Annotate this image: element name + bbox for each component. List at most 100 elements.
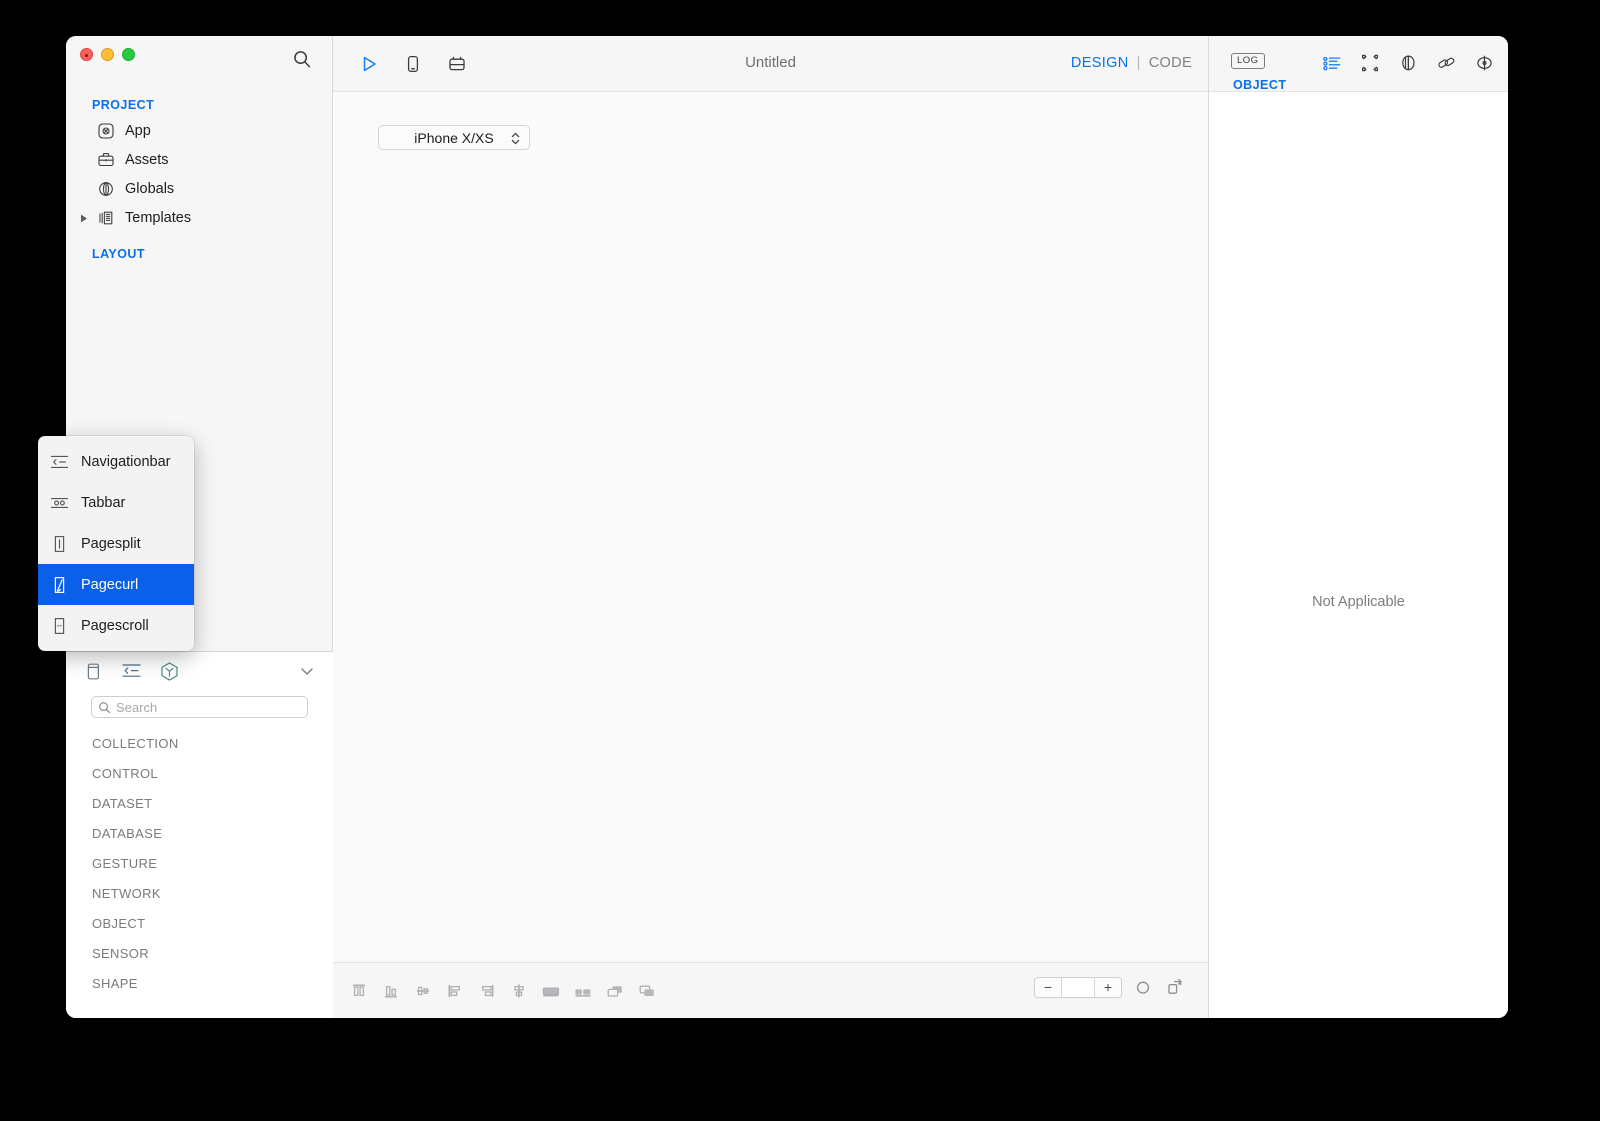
tab-code[interactable]: CODE <box>1149 55 1192 71</box>
tabbar-icon <box>46 490 72 516</box>
bottom-toolbar: − + <box>333 962 1208 1018</box>
menu-item-navigationbar[interactable]: Navigationbar <box>38 441 194 482</box>
send-backward-button[interactable] <box>635 976 659 1006</box>
zoom-in-button[interactable]: + <box>1095 977 1121 997</box>
zoom-button[interactable] <box>122 48 135 61</box>
templates-icon <box>94 205 118 231</box>
library-tab-bar <box>66 652 333 690</box>
copy-icon[interactable] <box>1164 976 1186 998</box>
alignment-buttons <box>347 976 659 1006</box>
device-select-value: iPhone X/XS <box>414 129 494 146</box>
bounding-box-icon[interactable] <box>1357 50 1383 76</box>
menu-item-label: Tabbar <box>81 494 126 511</box>
menu-item-label: Pagescroll <box>81 617 149 634</box>
sidebar-item-label: Templates <box>125 210 192 226</box>
library-category-object[interactable]: OBJECT <box>66 908 333 938</box>
briefcase-icon <box>94 147 118 173</box>
align-center-vertical-button[interactable] <box>411 976 435 1006</box>
inspector-empty-message: Not Applicable <box>1312 594 1405 610</box>
search-icon[interactable] <box>292 49 312 69</box>
library-panel: COLLECTION CONTROL DATASET DATABASE GEST… <box>66 651 333 1018</box>
disclosure-placeholder <box>76 118 92 144</box>
pagescroll-icon <box>46 613 72 639</box>
library-category-database[interactable]: DATABASE <box>66 818 333 848</box>
sidebar-item-globals[interactable]: Globals <box>76 176 323 202</box>
disclosure-placeholder <box>76 176 92 202</box>
library-category-control[interactable]: CONTROL <box>66 758 333 788</box>
minimize-button[interactable] <box>101 48 114 61</box>
chain-icon[interactable] <box>1433 50 1459 76</box>
navigationbar-icon <box>46 449 72 475</box>
inspector-header: LOG OBJECT <box>1209 36 1508 92</box>
sidebar-group-layout: LAYOUT <box>92 247 145 261</box>
disclosure-placeholder <box>76 147 92 173</box>
menu-item-label: Pagecurl <box>81 576 139 593</box>
search-icon <box>98 701 111 714</box>
mode-switch: DESIGN | CODE <box>1071 55 1192 71</box>
library-tab-page[interactable] <box>80 658 106 684</box>
zoom-out-button[interactable]: − <box>1035 977 1061 997</box>
library-category-shape[interactable]: SHAPE <box>66 968 333 998</box>
sidebar-item-label: App <box>125 123 151 139</box>
library-tab-object[interactable] <box>156 658 182 684</box>
context-menu: Navigationbar Tabbar Pagesplit Pagecurl … <box>38 436 194 651</box>
zoom-value[interactable] <box>1061 977 1095 997</box>
globe-icon <box>94 176 118 202</box>
sidebar-item-templates[interactable]: Templates <box>76 205 323 231</box>
inspector-section-label: OBJECT <box>1233 78 1287 92</box>
zoom-stepper[interactable]: − + <box>1034 976 1122 998</box>
attributes-icon[interactable] <box>1319 50 1345 76</box>
library-category-network[interactable]: NETWORK <box>66 878 333 908</box>
library-tab-component[interactable] <box>118 658 144 684</box>
menu-item-tabbar[interactable]: Tabbar <box>38 482 194 523</box>
toolbar-buttons <box>356 51 470 77</box>
library-category-gesture[interactable]: GESTURE <box>66 848 333 878</box>
close-button[interactable] <box>80 48 93 61</box>
distribute-vertical-button[interactable] <box>571 976 595 1006</box>
disclosure-triangle-icon[interactable] <box>76 205 92 231</box>
menu-item-pagescroll[interactable]: Pagescroll <box>38 605 194 646</box>
bring-forward-button[interactable] <box>603 976 627 1006</box>
run-button[interactable] <box>356 51 382 77</box>
mode-separator: | <box>1136 55 1141 71</box>
menu-item-pagesplit[interactable]: Pagesplit <box>38 523 194 564</box>
distribute-horizontal-button[interactable] <box>539 976 563 1006</box>
chevron-updown-icon <box>510 130 521 150</box>
main-toolbar: Untitled DESIGN | CODE <box>333 36 1208 92</box>
align-right-button[interactable] <box>475 976 499 1006</box>
aperture-icon[interactable] <box>1471 50 1497 76</box>
shape-icon[interactable] <box>1395 50 1421 76</box>
design-canvas[interactable]: iPhone X/XS <box>333 92 1208 962</box>
align-bottom-button[interactable] <box>379 976 403 1006</box>
device-select[interactable]: iPhone X/XS <box>378 125 530 150</box>
pagesplit-icon <box>46 531 72 557</box>
sidebar-item-app[interactable]: App <box>76 118 323 144</box>
log-button[interactable]: LOG <box>1231 53 1265 69</box>
library-category-list: COLLECTION CONTROL DATASET DATABASE GEST… <box>66 728 333 998</box>
inspector-panel: LOG OBJECT Not Applicable <box>1208 36 1508 1018</box>
menu-item-pagecurl[interactable]: Pagecurl <box>38 564 194 605</box>
search-input[interactable] <box>116 699 296 715</box>
app-window: PROJECT App Assets Globals Templates LAY… <box>38 36 1508 1018</box>
library-category-collection[interactable]: COLLECTION <box>66 728 333 758</box>
align-left-button[interactable] <box>443 976 467 1006</box>
library-search-field[interactable] <box>91 696 308 718</box>
sidebar-item-assets[interactable]: Assets <box>76 147 323 173</box>
menu-item-label: Navigationbar <box>81 453 171 470</box>
pagecurl-icon <box>46 572 72 598</box>
window-traffic-lights <box>80 48 135 61</box>
align-center-horizontal-button[interactable] <box>507 976 531 1006</box>
sidebar-item-label: Globals <box>125 181 175 197</box>
tab-design[interactable]: DESIGN <box>1071 55 1129 71</box>
zoom-controls: − + <box>1034 976 1186 998</box>
library-category-sensor[interactable]: SENSOR <box>66 938 333 968</box>
app-icon <box>94 118 118 144</box>
sidebar-group-project: PROJECT <box>92 98 155 112</box>
zoom-fit-icon[interactable] <box>1132 976 1154 998</box>
library-category-dataset[interactable]: DATASET <box>66 788 333 818</box>
menu-item-label: Pagesplit <box>81 535 141 552</box>
chevron-down-icon[interactable] <box>297 661 317 681</box>
align-top-button[interactable] <box>347 976 371 1006</box>
component-button[interactable] <box>444 51 470 77</box>
preview-button[interactable] <box>400 51 426 77</box>
